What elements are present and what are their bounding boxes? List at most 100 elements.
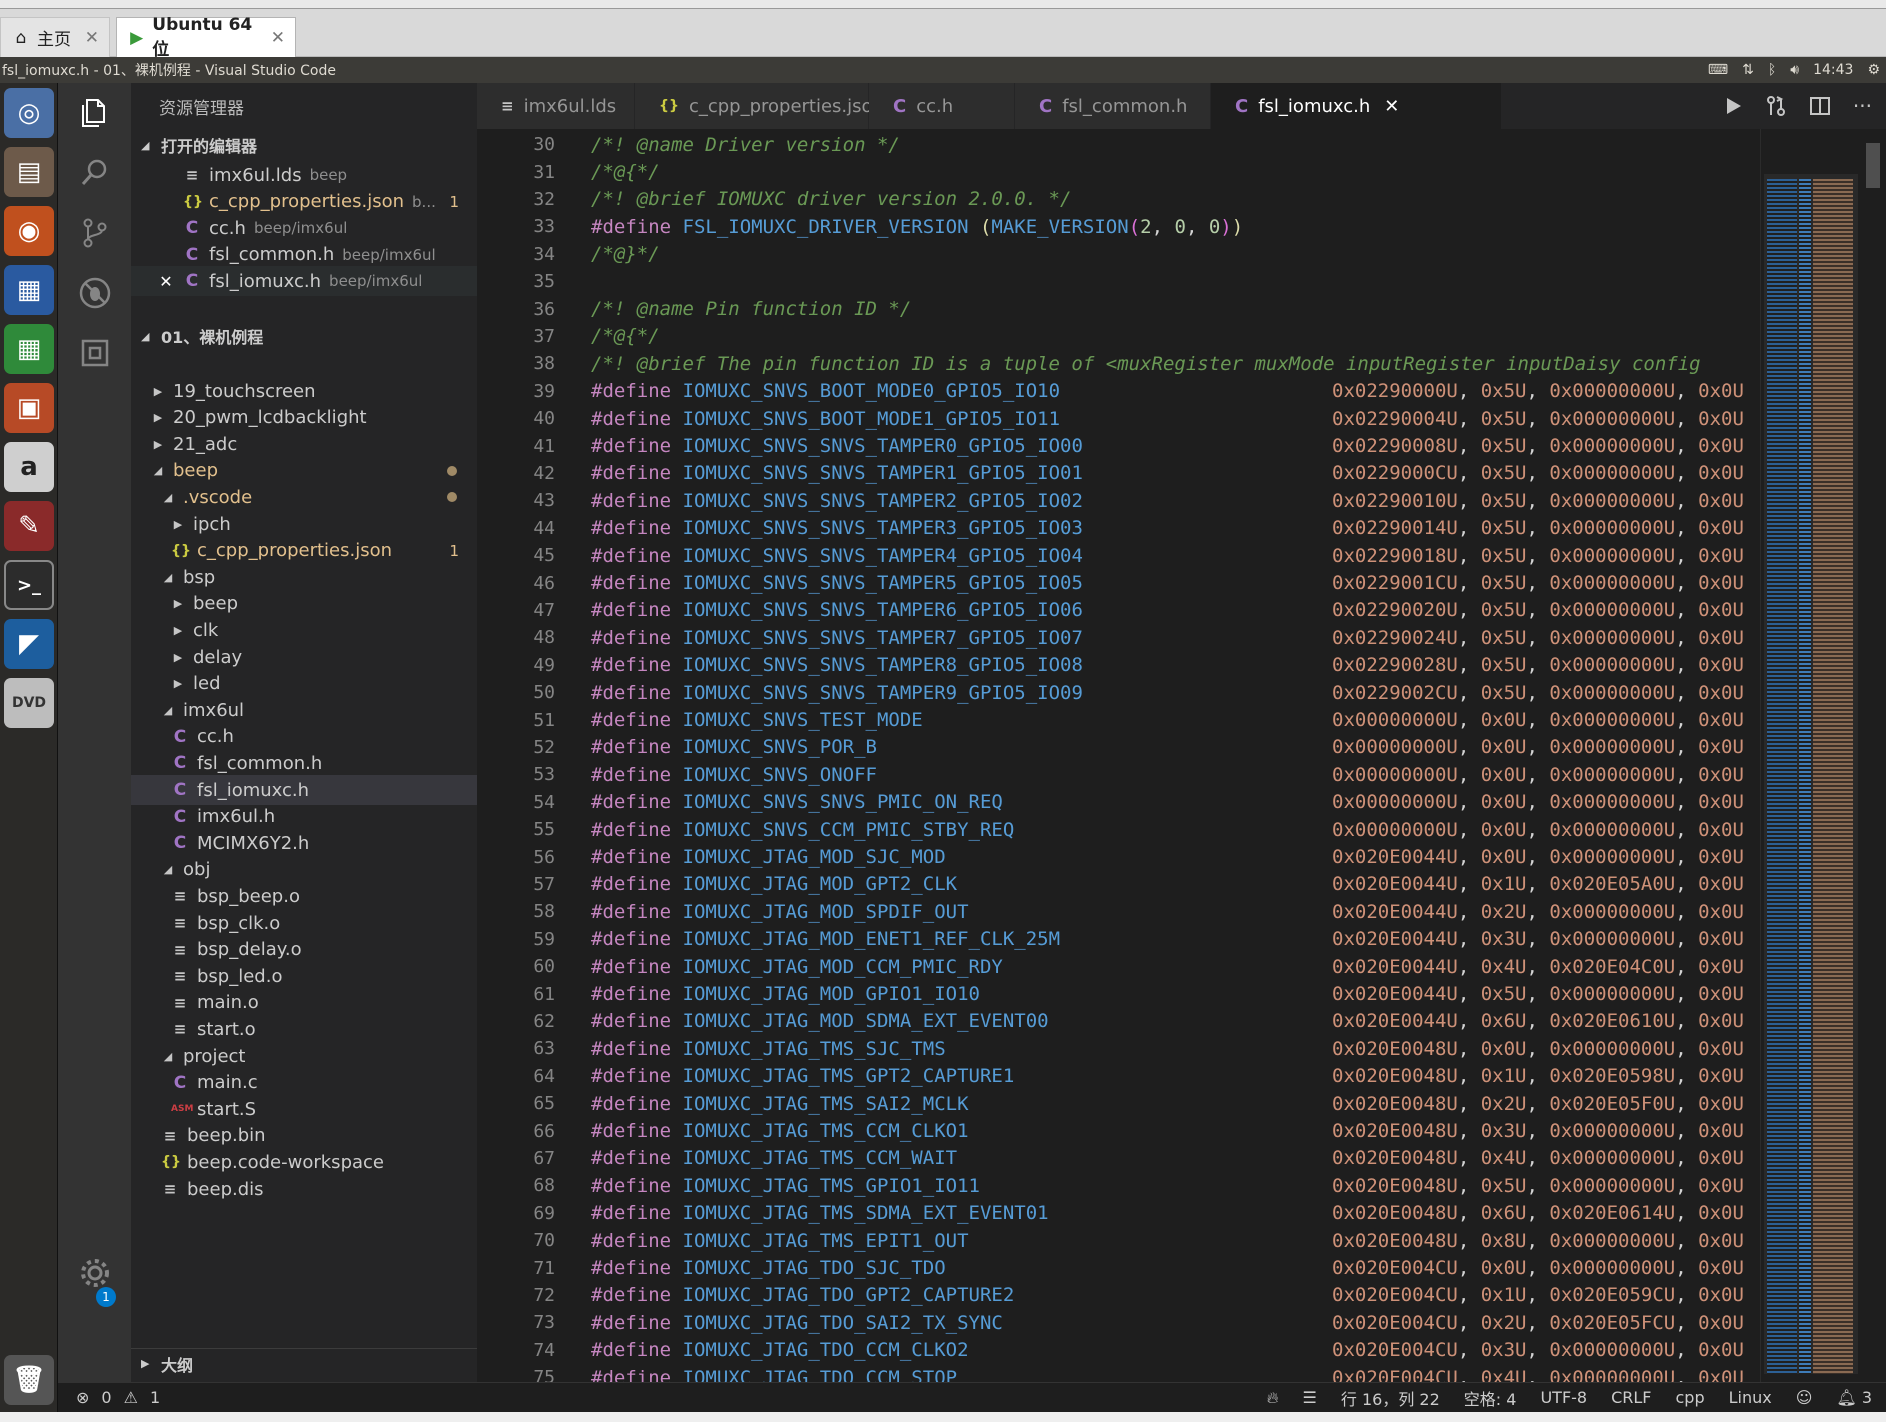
tree-item[interactable]: ▶ led: [131, 669, 477, 699]
tab-cc-h[interactable]: Ccc.h: [869, 83, 1015, 129]
dvd-icon[interactable]: DVD: [4, 678, 54, 728]
tree-item[interactable]: {} c_cpp_properties.json 1: [131, 536, 477, 566]
split-editor-icon[interactable]: [1809, 96, 1831, 116]
settings-tools-icon[interactable]: ✎: [4, 501, 54, 551]
volume-icon[interactable]: 🔊︎: [1790, 62, 1799, 78]
open-editor-item[interactable]: Ccc.h beep/imx6ul: [131, 213, 477, 243]
close-icon[interactable]: ✕: [159, 272, 173, 291]
feedback-smiley-icon[interactable]: ☺: [1796, 1388, 1813, 1407]
tree-item[interactable]: ≡ bsp_beep.o: [131, 881, 477, 911]
tab-fsl-iomuxc-h[interactable]: Cfsl_iomuxc.h ✕: [1211, 83, 1502, 129]
minimap[interactable]: [1760, 129, 1860, 1382]
tree-item[interactable]: {} beep.code-workspace: [131, 1147, 477, 1177]
define-keyword: #define: [591, 1339, 672, 1362]
open-editor-item[interactable]: {} c_cpp_properties.json b... 1: [131, 187, 477, 217]
tree-item[interactable]: ▶ 20_pwm_lcdbacklight: [131, 403, 477, 433]
power-gear-icon[interactable]: ⚙: [1867, 62, 1880, 78]
tree-item[interactable]: Cfsl_common.h: [131, 748, 477, 778]
tab-imx6ul-lds[interactable]: ≡ imx6ul.lds: [477, 83, 635, 129]
tree-item[interactable]: ▶ clk: [131, 615, 477, 645]
tree-item[interactable]: ▶ delay: [131, 642, 477, 672]
tree-item[interactable]: ▶ 19_touchscreen: [131, 376, 477, 406]
code-editor[interactable]: 30 /*! @name Driver version */ 31 /*@{*/ 32 /…: [477, 129, 1760, 1382]
terminal-icon[interactable]: >_: [4, 560, 54, 610]
encoding[interactable]: UTF-8: [1540, 1388, 1587, 1407]
define-keyword: #define: [591, 736, 672, 759]
open-editor-item[interactable]: ≡ imx6ul.lds beep: [131, 160, 477, 190]
impress-icon[interactable]: ▣: [4, 383, 54, 433]
tree-item[interactable]: ▶ beep: [131, 589, 477, 619]
tree-item[interactable]: ≡ bsp_delay.o: [131, 935, 477, 965]
files-icon[interactable]: ▤: [4, 147, 54, 197]
tree-item[interactable]: ≡ start.o: [131, 1014, 477, 1044]
database-icon[interactable]: ☰: [1303, 1388, 1317, 1407]
search-icon[interactable]: [58, 143, 131, 203]
close-icon[interactable]: ✕: [271, 28, 285, 48]
open-editor-item[interactable]: Cfsl_common.h beep/imx6ul: [131, 240, 477, 270]
problems-indicator[interactable]: ⊗ 0 ⚠ 1: [58, 1388, 160, 1407]
keyboard-icon[interactable]: ⌨: [1708, 62, 1728, 78]
mux-mode: 0x0U: [1480, 1257, 1527, 1280]
workspace-section[interactable]: ◢ 01、裸机例程: [131, 321, 477, 351]
flame-icon[interactable]: 🔥︎: [1267, 1388, 1279, 1408]
open-editors-section[interactable]: ◢ 打开的编辑器: [131, 130, 477, 160]
extensions-icon[interactable]: [58, 323, 131, 383]
clock[interactable]: 14:43: [1813, 62, 1853, 78]
open-editor-item[interactable]: ✕ Cfsl_iomuxc.h beep/imx6ul: [131, 266, 477, 297]
comma: ,: [1526, 1284, 1550, 1307]
tree-item[interactable]: ≡ bsp_clk.o: [131, 908, 477, 938]
close-icon[interactable]: ✕: [85, 28, 99, 48]
bluetooth-icon[interactable]: ᛒ: [1768, 62, 1776, 78]
tree-item[interactable]: ◢ .vscode: [131, 482, 477, 512]
language-mode[interactable]: cpp: [1676, 1388, 1705, 1407]
end-of-line[interactable]: CRLF: [1611, 1388, 1651, 1407]
tree-item[interactable]: ≡ bsp_led.o: [131, 961, 477, 991]
tree-item[interactable]: Cimx6ul.h: [131, 802, 477, 832]
network-icon[interactable]: ⇅: [1742, 62, 1754, 78]
calc-icon[interactable]: ▦: [4, 324, 54, 374]
scrollbar-thumb[interactable]: [1866, 143, 1880, 188]
dash-icon[interactable]: ◎: [4, 88, 54, 138]
manage-gear-icon[interactable]: 1: [58, 1243, 131, 1307]
tree-item[interactable]: ASM start.S: [131, 1094, 477, 1124]
debug-icon[interactable]: [58, 263, 131, 323]
tree-item[interactable]: ≡ beep.dis: [131, 1174, 477, 1204]
tree-item[interactable]: ≡ beep.bin: [131, 1121, 477, 1151]
tree-item[interactable]: Ccc.h: [131, 722, 477, 752]
tree-item[interactable]: Cmain.c: [131, 1068, 477, 1098]
tree-item[interactable]: ◢ bsp: [131, 562, 477, 592]
vm-home-tab[interactable]: ⌂ 主页 ✕: [0, 17, 110, 57]
tree-item[interactable]: ◢ beep: [131, 456, 477, 486]
writer-icon[interactable]: ▦: [4, 265, 54, 315]
tree-item[interactable]: ▶ ipch: [131, 509, 477, 539]
tree-item[interactable]: ▶ 21_adc: [131, 429, 477, 459]
vscode-icon[interactable]: ◤: [4, 619, 54, 669]
run-icon[interactable]: [1723, 96, 1743, 116]
open-changes-icon[interactable]: [1765, 95, 1787, 117]
os-mode[interactable]: Linux: [1729, 1388, 1772, 1407]
trash-icon[interactable]: 🗑︎: [4, 1355, 54, 1405]
tree-item[interactable]: ≡ main.o: [131, 988, 477, 1018]
tab-fsl-common-h[interactable]: Cfsl_common.h: [1015, 83, 1211, 129]
source-control-icon[interactable]: [58, 203, 131, 263]
define-keyword: #define: [591, 1229, 672, 1252]
amazon-icon[interactable]: a: [4, 442, 54, 492]
comma: ,: [1457, 1037, 1481, 1060]
outline-section[interactable]: ▶ 大纲: [131, 1348, 477, 1378]
tree-item[interactable]: ◢ project: [131, 1041, 477, 1071]
tree-item[interactable]: Cfsl_iomuxc.h: [131, 775, 477, 805]
tree-item[interactable]: ◢ imx6ul: [131, 695, 477, 725]
cursor-position[interactable]: 行 16，列 22: [1341, 1386, 1440, 1410]
tab-c-cpp-properties-json[interactable]: {} c_cpp_properties.json: [635, 83, 884, 129]
vm-ubuntu-tab[interactable]: ▶ Ubuntu 64 位 ✕: [116, 15, 296, 60]
firefox-icon[interactable]: ◉: [4, 206, 54, 256]
comma: ,: [1457, 435, 1481, 458]
explorer-icon[interactable]: [58, 83, 131, 143]
tree-item[interactable]: C MCIMX6Y2.h: [131, 828, 477, 858]
more-actions-icon[interactable]: ···: [1853, 94, 1872, 118]
notifications[interactable]: 🔔︎ 3: [1836, 1388, 1872, 1407]
close-icon[interactable]: ✕: [1384, 96, 1399, 117]
tree-item[interactable]: ◢ obj: [131, 855, 477, 885]
vertical-scrollbar[interactable]: [1860, 129, 1886, 1382]
indentation[interactable]: 空格: 4: [1464, 1386, 1517, 1410]
